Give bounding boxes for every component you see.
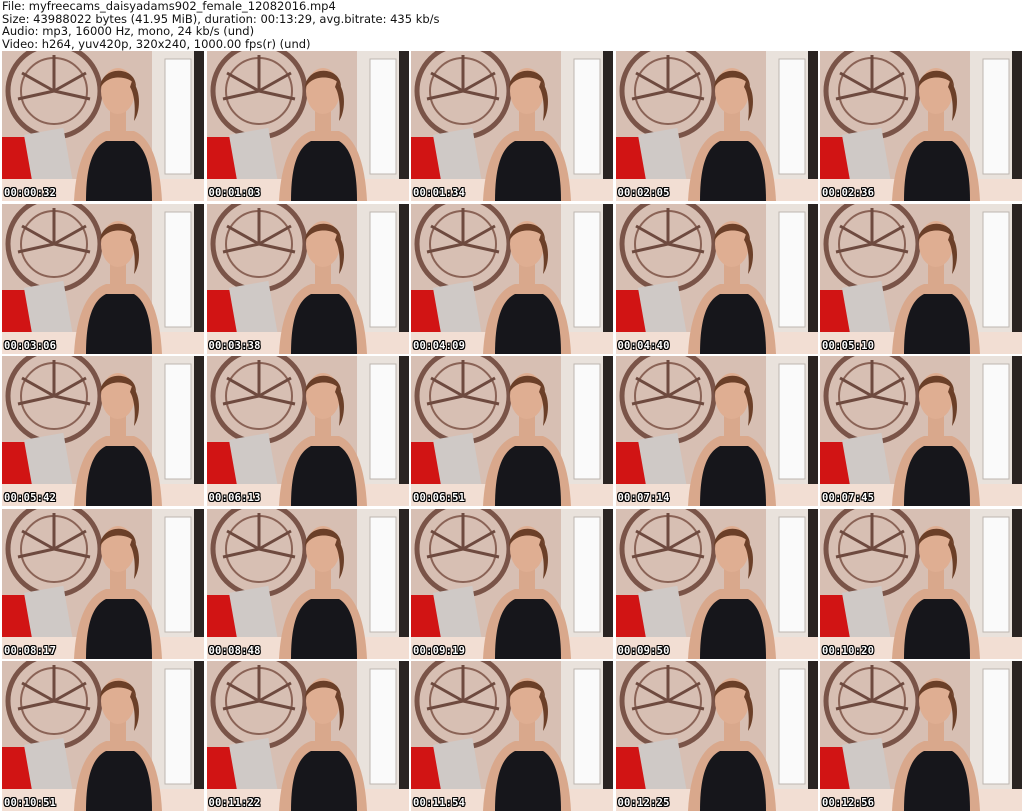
video-thumbnail[interactable]: 00:10:51 <box>2 661 204 811</box>
video-thumbnail[interactable]: 00:03:06 <box>2 203 204 354</box>
video-thumbnail[interactable]: 00:01:34 <box>411 51 613 201</box>
video-thumbnail[interactable]: 00:08:17 <box>2 508 204 659</box>
thumbnail-timestamp: 00:09:19 <box>413 644 466 657</box>
thumbnail-timestamp: 00:07:45 <box>822 492 875 504</box>
video-thumbnail[interactable]: 00:05:42 <box>2 356 204 506</box>
thumbnail-timestamp: 00:05:10 <box>822 339 875 352</box>
video-thumbnail[interactable]: 00:10:20 <box>820 508 1022 659</box>
video-info-line: Video: h264, yuv420p, 320x240, 1000.00 f… <box>2 36 311 51</box>
video-thumbnail[interactable]: 00:03:38 <box>206 203 409 354</box>
thumbnail-timestamp: 00:00:32 <box>4 187 57 199</box>
thumbnail-timestamp: 00:04:09 <box>413 339 466 352</box>
video-thumbnail[interactable]: 00:06:13 <box>206 356 409 506</box>
video-thumbnail[interactable]: 00:07:45 <box>820 356 1022 506</box>
video-thumbnail[interactable]: 00:00:32 <box>2 51 204 201</box>
thumbnail-timestamp: 00:08:48 <box>208 644 261 657</box>
thumbnail-timestamp: 00:11:22 <box>208 797 261 809</box>
thumbnail-timestamp: 00:01:03 <box>208 187 261 199</box>
thumbnail-grid: 00:00:32 00:01:03 00:01:34 00:02:05 00:0… <box>2 51 1022 811</box>
video-thumbnail[interactable]: 00:09:19 <box>411 508 613 659</box>
video-thumbnail[interactable]: 00:11:22 <box>206 661 409 811</box>
video-thumbnail[interactable]: 00:09:50 <box>615 508 818 659</box>
thumbnail-timestamp: 00:12:25 <box>617 797 670 809</box>
video-thumbnail[interactable]: 00:12:56 <box>820 661 1022 811</box>
thumbnail-timestamp: 00:06:13 <box>208 492 261 504</box>
thumbnail-timestamp: 00:03:06 <box>4 339 57 352</box>
thumbnail-timestamp: 00:05:42 <box>4 492 57 504</box>
thumbnail-timestamp: 00:01:34 <box>413 187 466 199</box>
thumbnail-timestamp: 00:02:05 <box>617 187 670 199</box>
thumbnail-timestamp: 00:12:56 <box>822 797 875 809</box>
video-thumbnail[interactable]: 00:04:40 <box>615 203 818 354</box>
file-info-header: File: myfreecams_daisyadams902_female_12… <box>2 0 1022 50</box>
file-name-line: File: myfreecams_daisyadams902_female_12… <box>2 0 336 13</box>
thumbnail-timestamp: 00:04:40 <box>617 339 670 352</box>
video-thumbnail[interactable]: 00:04:09 <box>411 203 613 354</box>
thumbnail-timestamp: 00:11:54 <box>413 797 466 809</box>
video-thumbnail[interactable]: 00:08:48 <box>206 508 409 659</box>
thumbnail-timestamp: 00:10:51 <box>4 797 57 809</box>
video-thumbnail[interactable]: 00:02:36 <box>820 51 1022 201</box>
video-thumbnail[interactable]: 00:07:14 <box>615 356 818 506</box>
video-thumbnail[interactable]: 00:11:54 <box>411 661 613 811</box>
video-thumbnail[interactable]: 00:12:25 <box>615 661 818 811</box>
video-thumbnail[interactable]: 00:02:05 <box>615 51 818 201</box>
thumbnail-timestamp: 00:10:20 <box>822 644 875 657</box>
audio-info-line: Audio: mp3, 16000 Hz, mono, 24 kb/s (und… <box>2 24 255 39</box>
thumbnail-timestamp: 00:02:36 <box>822 187 875 199</box>
thumbnail-timestamp: 00:08:17 <box>4 644 57 657</box>
video-thumbnail[interactable]: 00:05:10 <box>820 203 1022 354</box>
thumbnail-timestamp: 00:06:51 <box>413 492 466 504</box>
video-thumbnail[interactable]: 00:01:03 <box>206 51 409 201</box>
video-thumbnail[interactable]: 00:06:51 <box>411 356 613 506</box>
thumbnail-timestamp: 00:09:50 <box>617 644 670 657</box>
thumbnail-timestamp: 00:07:14 <box>617 492 670 504</box>
thumbnail-timestamp: 00:03:38 <box>208 339 261 352</box>
